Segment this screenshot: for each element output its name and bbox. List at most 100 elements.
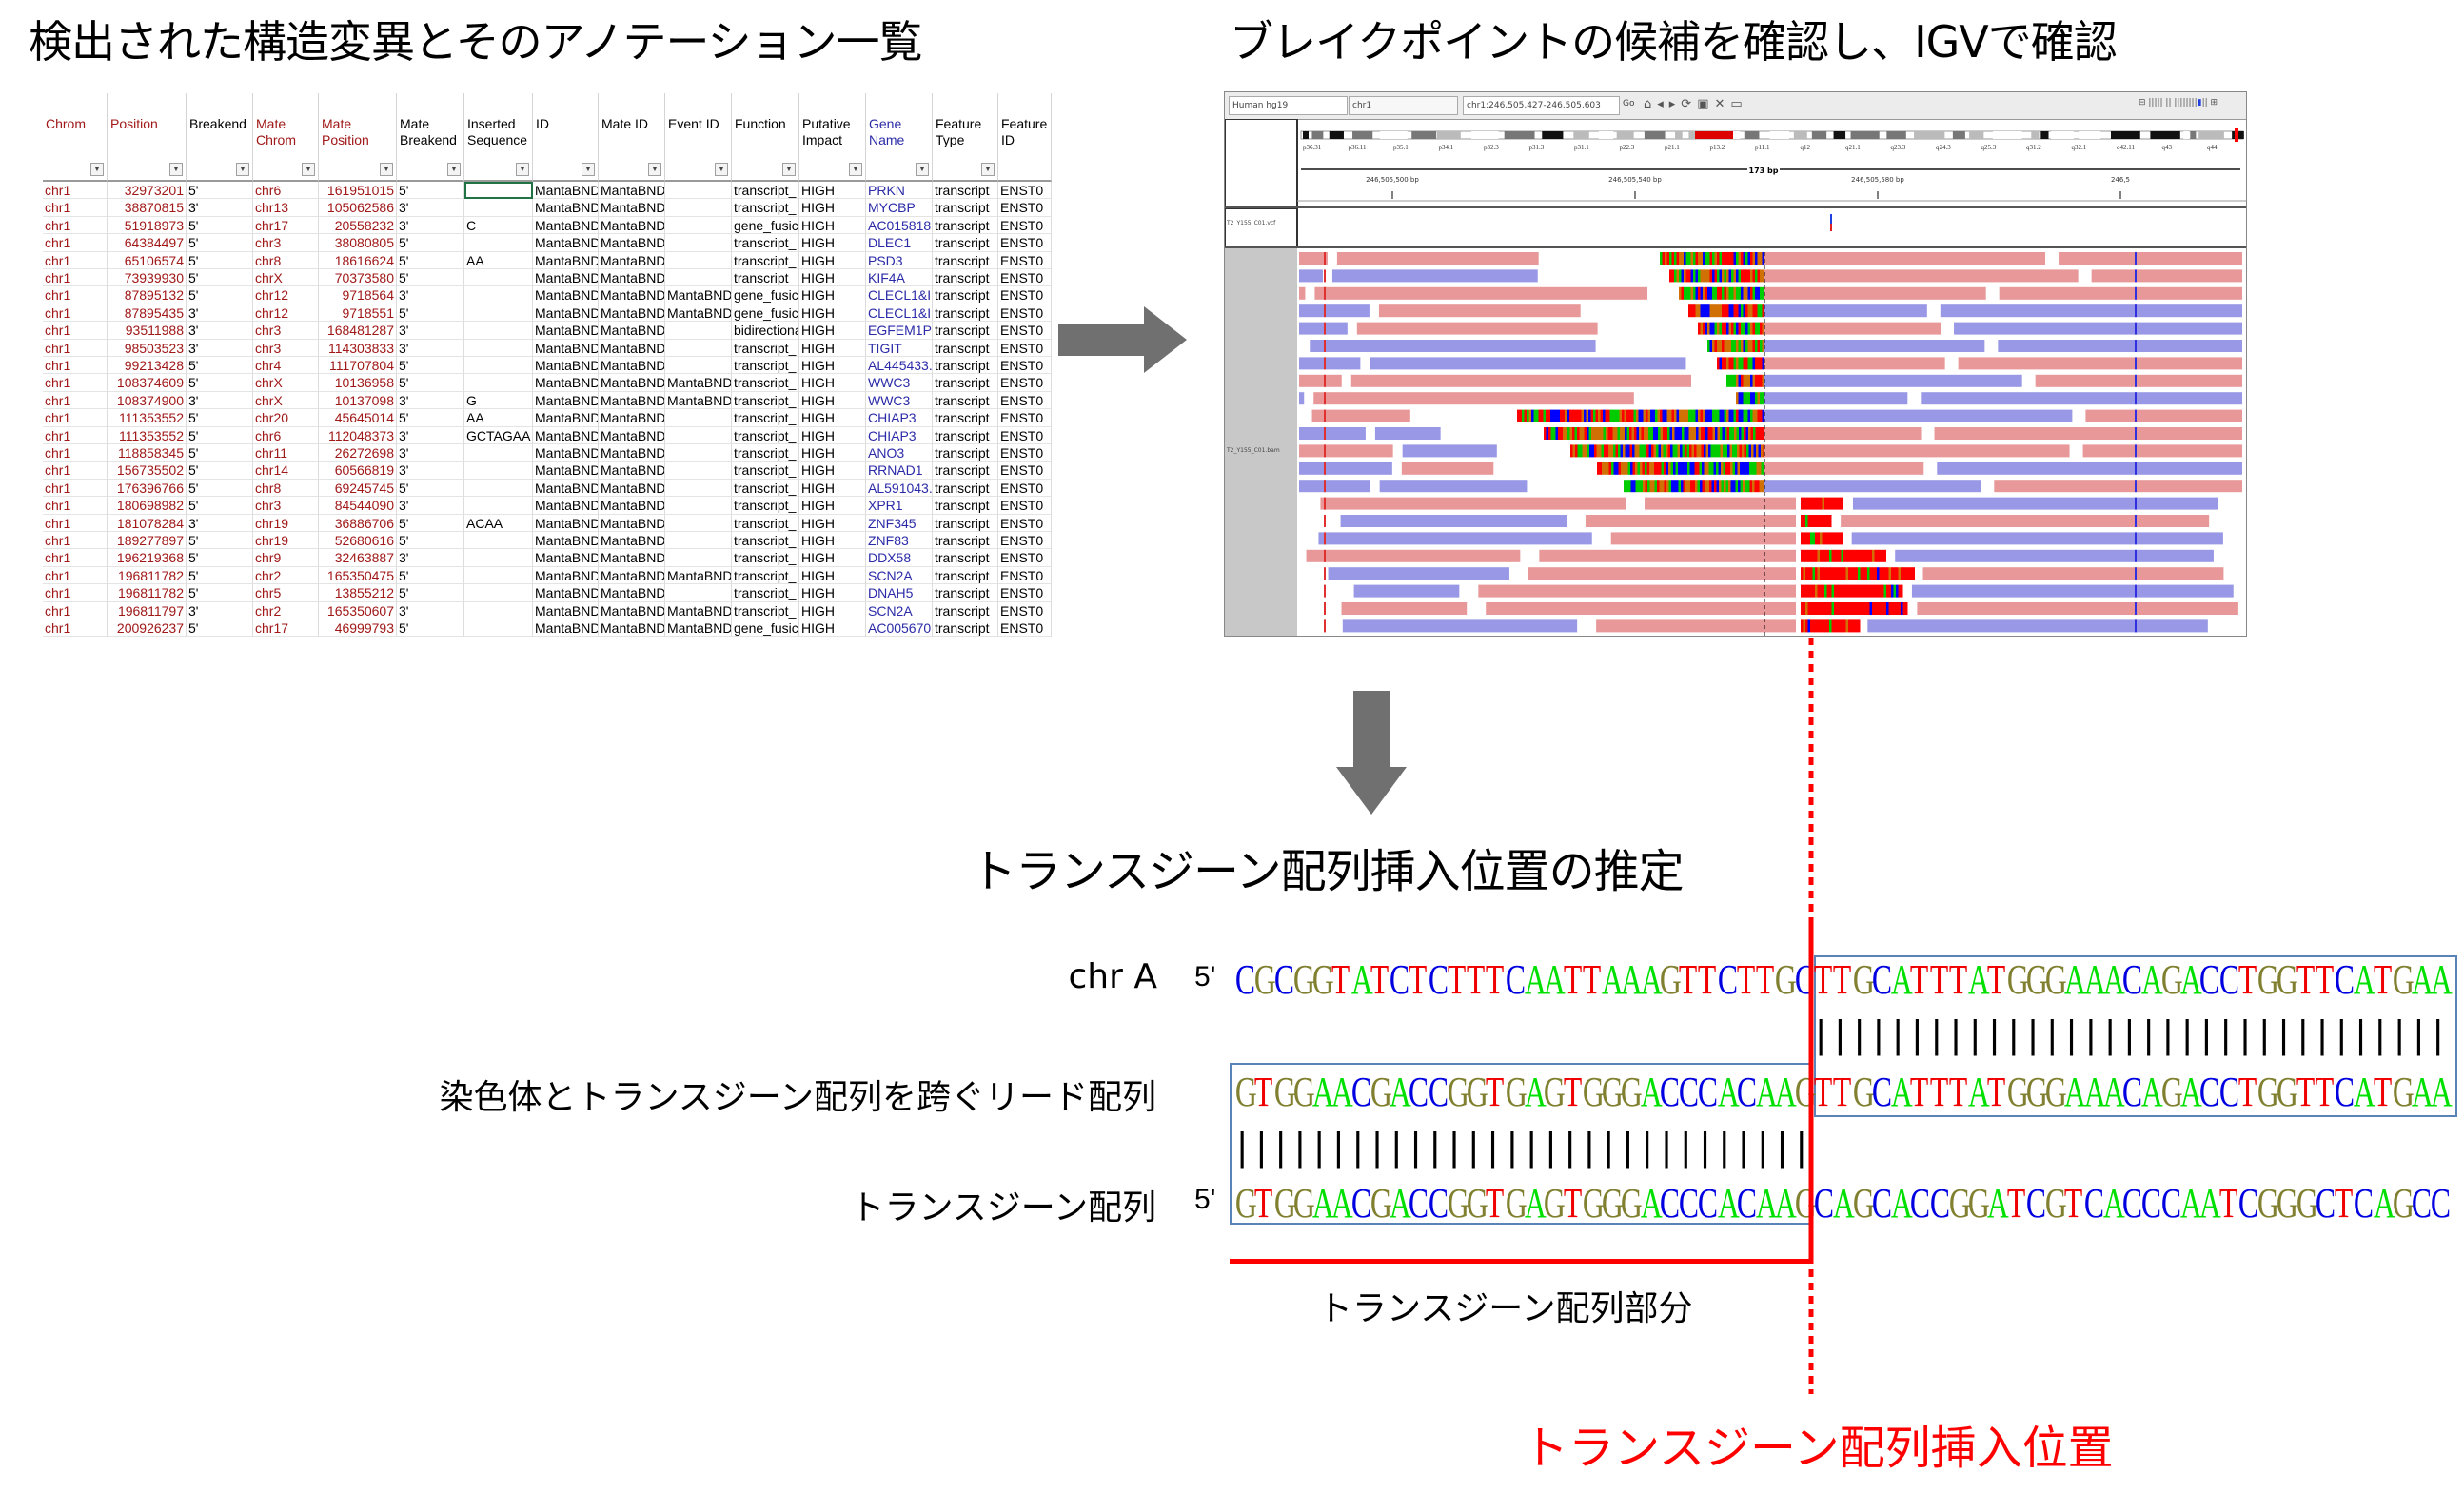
table-cell[interactable]: ENST0 — [998, 234, 1052, 252]
zoom-slider[interactable]: ⊟ ||||| || ||||||||▮|| ⊞ — [2139, 98, 2241, 111]
table-cell[interactable]: 118858345 — [108, 444, 187, 462]
table-cell[interactable]: MantaBND — [599, 409, 665, 427]
table-cell[interactable]: 5' — [187, 462, 253, 480]
table-cell[interactable]: chr3 — [253, 234, 319, 252]
table-cell[interactable] — [665, 322, 732, 340]
table-cell[interactable]: HIGH — [799, 374, 866, 392]
table-cell[interactable]: 5' — [187, 234, 253, 252]
table-cell[interactable]: 10137098 — [319, 391, 397, 410]
table-cell[interactable]: AA — [464, 409, 533, 427]
table-cell[interactable]: chr1 — [43, 199, 108, 217]
table-cell[interactable] — [665, 409, 732, 427]
table-cell[interactable]: MantaBND — [533, 479, 599, 498]
table-cell[interactable] — [665, 549, 732, 567]
table-cell[interactable]: 5' — [187, 182, 253, 200]
locus-input[interactable]: chr1:246,505,427-246,505,603 — [1463, 96, 1620, 115]
table-cell[interactable]: MantaBND — [533, 304, 599, 323]
table-cell[interactable]: WWC3 — [866, 391, 933, 410]
table-cell[interactable] — [665, 444, 732, 462]
table-cell[interactable]: 5' — [397, 357, 464, 375]
table-cell[interactable]: 9718564 — [319, 286, 397, 304]
table-cell[interactable]: transcript — [933, 497, 998, 515]
table-cell[interactable]: 168481287 — [319, 322, 397, 340]
table-cell[interactable]: chr12 — [253, 304, 319, 323]
table-cell[interactable] — [464, 566, 533, 585]
table-cell[interactable]: chr17 — [253, 216, 319, 235]
table-cell[interactable]: 5' — [397, 479, 464, 498]
table-cell[interactable]: 5' — [397, 584, 464, 602]
table-cell[interactable]: 73939930 — [108, 269, 187, 287]
table-cell[interactable]: chr1 — [43, 234, 108, 252]
table-cell[interactable]: MantaBND — [533, 182, 599, 200]
table-cell[interactable]: CLECL1&I — [866, 286, 933, 304]
table-cell[interactable]: transcript — [933, 444, 998, 462]
table-cell[interactable]: transcript — [933, 566, 998, 585]
table-cell[interactable]: transcript — [933, 479, 998, 498]
table-cell[interactable]: transcript_ — [732, 462, 799, 480]
table-cell[interactable]: ENST0 — [998, 532, 1052, 550]
table-cell[interactable]: MantaBND — [599, 619, 665, 638]
table-cell[interactable]: AC015818 — [866, 216, 933, 235]
table-cell[interactable]: G — [464, 391, 533, 410]
table-cell[interactable]: HIGH — [799, 479, 866, 498]
table-cell[interactable]: chr1 — [43, 497, 108, 515]
table-cell[interactable] — [464, 339, 533, 357]
table-cell[interactable]: chr3 — [253, 339, 319, 357]
table-cell[interactable]: ENST0 — [998, 549, 1052, 567]
table-cell[interactable]: MantaBND — [599, 216, 665, 235]
table-cell[interactable]: MantaBND — [599, 374, 665, 392]
table-cell[interactable]: HIGH — [799, 514, 866, 532]
table-cell[interactable]: 99213428 — [108, 357, 187, 375]
table-cell[interactable]: 5' — [397, 532, 464, 550]
table-cell[interactable]: 18616624 — [319, 251, 397, 269]
table-cell[interactable]: chr1 — [43, 286, 108, 304]
table-cell[interactable]: MantaBND — [599, 549, 665, 567]
table-cell[interactable]: 5' — [187, 357, 253, 375]
filter-dropdown-button[interactable]: ▼ — [516, 163, 529, 176]
table-cell[interactable]: transcript_ — [732, 566, 799, 585]
table-cell[interactable]: 5' — [187, 444, 253, 462]
table-cell[interactable]: MantaBND — [533, 357, 599, 375]
table-cell[interactable]: 5' — [187, 216, 253, 235]
table-cell[interactable]: 87895435 — [108, 304, 187, 323]
table-cell[interactable]: HIGH — [799, 409, 866, 427]
table-cell[interactable]: CHIAP3 — [866, 426, 933, 444]
table-cell[interactable]: 5' — [397, 566, 464, 585]
table-cell[interactable]: MantaBND — [599, 304, 665, 323]
table-cell[interactable]: 3' — [187, 304, 253, 323]
table-cell[interactable]: HIGH — [799, 497, 866, 515]
table-cell[interactable] — [464, 549, 533, 567]
table-cell[interactable]: ANO3 — [866, 444, 933, 462]
table-cell[interactable]: HIGH — [799, 584, 866, 602]
table-cell[interactable]: HIGH — [799, 269, 866, 287]
table-cell[interactable]: MantaBND — [533, 426, 599, 444]
table-cell[interactable]: 3' — [397, 497, 464, 515]
table-cell[interactable]: transcript_ — [732, 234, 799, 252]
table-cell[interactable]: 3' — [397, 216, 464, 235]
table-cell[interactable] — [464, 269, 533, 287]
table-cell[interactable]: 3' — [187, 339, 253, 357]
table-cell[interactable]: chr14 — [253, 462, 319, 480]
table-cell[interactable]: chr8 — [253, 251, 319, 269]
table-cell[interactable]: 5' — [397, 182, 464, 200]
table-cell[interactable]: 5' — [397, 409, 464, 427]
table-cell[interactable] — [464, 374, 533, 392]
table-cell[interactable] — [665, 357, 732, 375]
table-cell[interactable]: transcript_ — [732, 391, 799, 410]
table-cell[interactable]: MYCBP — [866, 199, 933, 217]
table-cell[interactable]: ENST0 — [998, 566, 1052, 585]
table-cell[interactable]: HIGH — [799, 199, 866, 217]
table-cell[interactable]: ENST0 — [998, 601, 1052, 619]
table-cell[interactable]: ENST0 — [998, 216, 1052, 235]
table-cell[interactable]: PRKN — [866, 182, 933, 200]
table-cell[interactable]: 196811797 — [108, 601, 187, 619]
table-cell[interactable]: 196811782 — [108, 566, 187, 585]
table-cell[interactable]: 84544090 — [319, 497, 397, 515]
filter-dropdown-button[interactable]: ▼ — [715, 163, 728, 176]
table-cell[interactable]: MantaBND — [599, 444, 665, 462]
table-cell[interactable]: 64384497 — [108, 234, 187, 252]
table-cell[interactable]: 3' — [397, 462, 464, 480]
table-cell[interactable]: chr9 — [253, 549, 319, 567]
table-cell[interactable]: MantaBND — [533, 286, 599, 304]
table-cell[interactable]: ENST0 — [998, 391, 1052, 410]
